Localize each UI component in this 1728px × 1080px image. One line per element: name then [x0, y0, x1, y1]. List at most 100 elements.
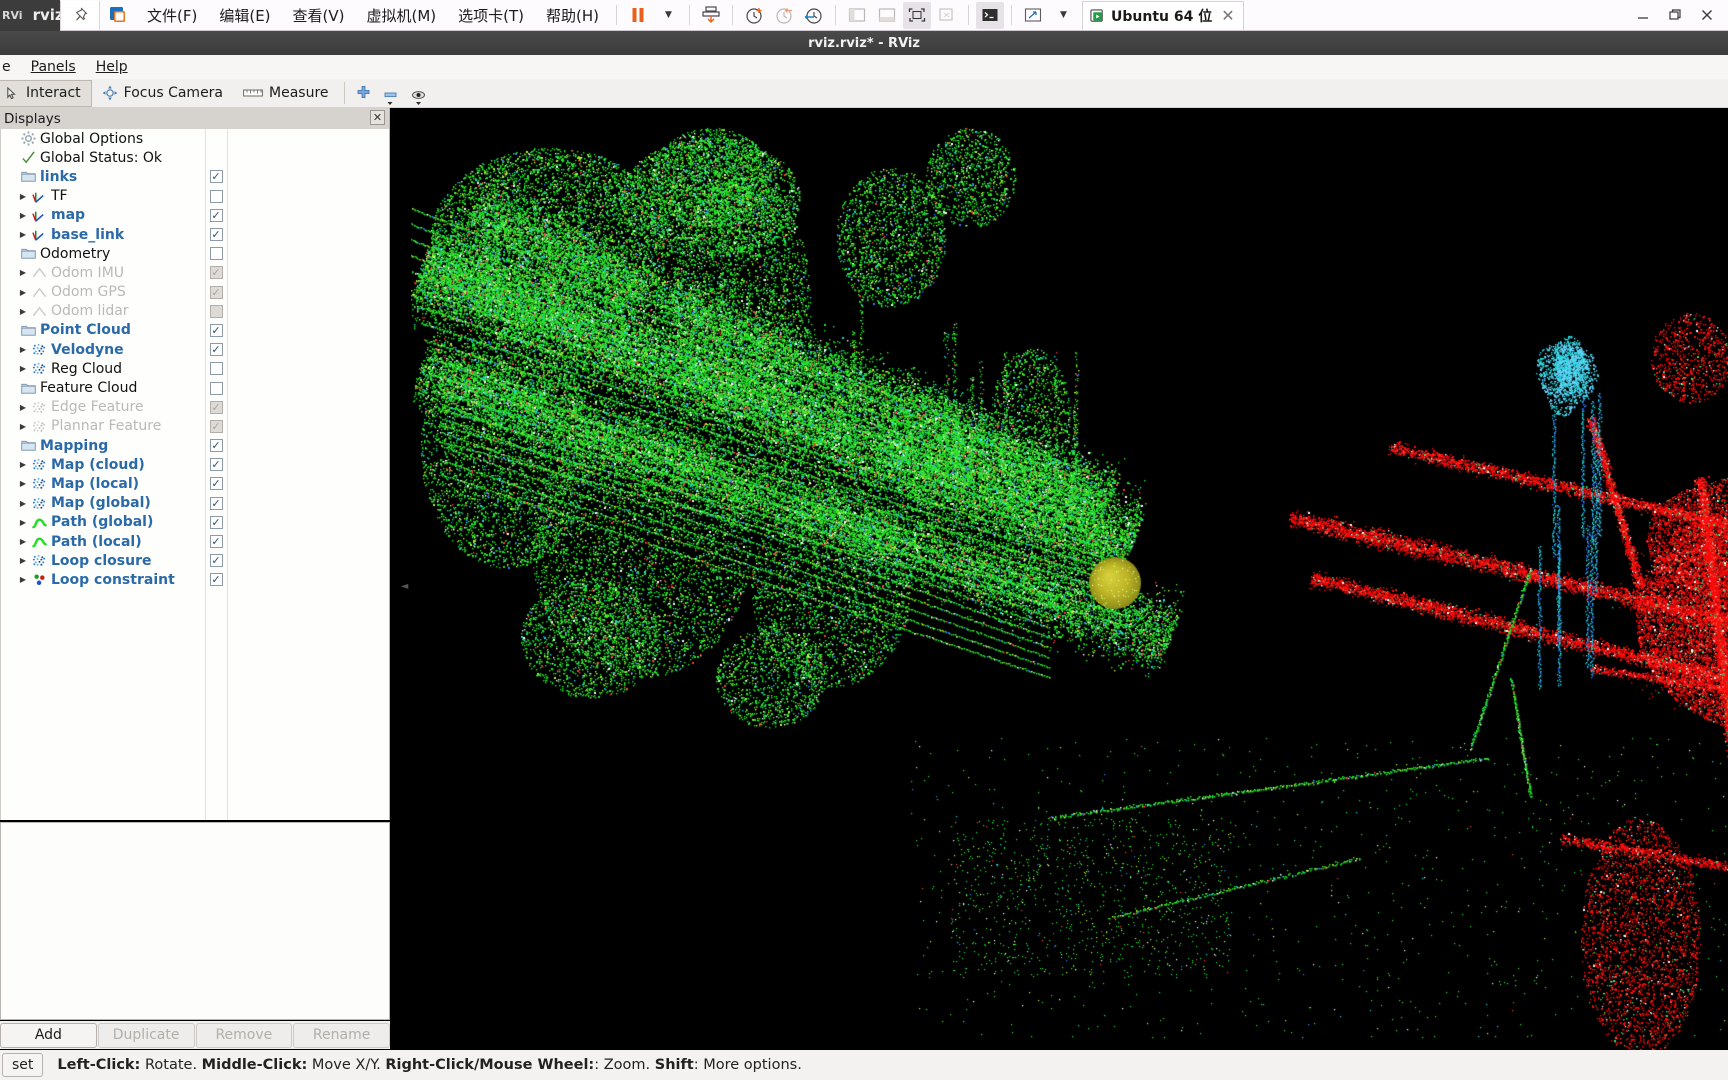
display-row-path-global[interactable]: ▶ Path (global) ✓ — [1, 513, 389, 532]
display-visibility-checkbox[interactable]: ✓ — [206, 340, 226, 359]
display-row-feature-cloud[interactable]: Feature Cloud — [1, 378, 389, 397]
expand-arrow-icon[interactable]: ▶ — [16, 575, 30, 584]
display-visibility-checkbox[interactable]: ✓ — [206, 494, 226, 513]
fullscreen-button[interactable] — [903, 1, 932, 29]
tool-interact[interactable]: Interact — [0, 79, 92, 107]
display-row-odom-gps[interactable]: ▶ Odom GPS ✓ — [1, 283, 389, 302]
pause-dropdown-button[interactable]: ▼ — [654, 2, 682, 29]
console-button[interactable] — [976, 1, 1005, 29]
expand-arrow-icon[interactable]: ▶ — [16, 307, 30, 316]
remove-tool-button[interactable] — [377, 80, 404, 107]
display-row-path-local[interactable]: ▶ Path (local) ✓ — [1, 532, 389, 551]
displays-close-button[interactable]: ✕ — [370, 110, 385, 125]
displays-tree[interactable]: Global Options Global Status: Ok links ✓ ▶ … — [0, 129, 389, 820]
menu-file[interactable]: e — [0, 55, 21, 79]
display-visibility-checkbox[interactable]: ✓ — [206, 167, 226, 186]
display-row-base-link[interactable]: ▶ base_link ✓ — [1, 225, 389, 244]
display-row-odom-lidar[interactable]: ▶ Odom lidar — [1, 302, 389, 321]
minimize-button[interactable] — [1628, 2, 1658, 28]
display-row-odom-imu[interactable]: ▶ Odom IMU ✓ — [1, 263, 389, 282]
vmware-menu-file[interactable]: 文件(F) — [136, 0, 208, 31]
expand-arrow-icon[interactable]: ▶ — [16, 518, 30, 527]
tool-focus-camera[interactable]: Focus Camera — [92, 80, 233, 107]
display-visibility-checkbox[interactable]: ✓ — [206, 225, 226, 244]
vm-tab-ubuntu[interactable]: Ubuntu 64 位 ✕ — [1082, 0, 1244, 30]
display-row-links[interactable]: links ✓ — [1, 167, 389, 186]
pause-vm-button[interactable] — [624, 2, 652, 29]
display-row-global-options[interactable]: Global Options — [1, 129, 389, 148]
display-row-edge-feature[interactable]: ▶ Edge Feature ✓ — [1, 398, 389, 417]
display-row-velodyne[interactable]: ▶ Velodyne ✓ — [1, 340, 389, 359]
snapshot-button[interactable] — [697, 2, 725, 29]
display-visibility-checkbox[interactable] — [206, 359, 226, 378]
stretch-dropdown-button[interactable]: ▼ — [1049, 2, 1077, 29]
display-row-global-status-ok[interactable]: Global Status: Ok — [1, 148, 389, 167]
display-visibility-checkbox[interactable]: ✓ — [206, 398, 226, 417]
display-visibility-checkbox[interactable]: ✓ — [206, 551, 226, 570]
display-visibility-checkbox[interactable]: ✓ — [206, 455, 226, 474]
display-row-map-local[interactable]: ▶ Map (local) ✓ — [1, 474, 389, 493]
display-row-odometry[interactable]: Odometry — [1, 244, 389, 263]
vmware-menu-vm[interactable]: 虚拟机(M) — [356, 0, 448, 31]
display-visibility-checkbox[interactable]: ✓ — [206, 436, 226, 455]
expand-arrow-icon[interactable]: ▶ — [16, 499, 30, 508]
display-row-reg-cloud[interactable]: ▶ Reg Cloud — [1, 359, 389, 378]
rename-button[interactable]: Rename — [293, 1022, 390, 1048]
display-visibility-checkbox[interactable]: ✓ — [206, 206, 226, 225]
display-visibility-checkbox[interactable] — [206, 378, 226, 397]
show-left-sidebar-button[interactable] — [843, 2, 871, 29]
expand-arrow-icon[interactable]: ▶ — [16, 364, 30, 373]
vmware-menu-tabs[interactable]: 选项卡(T) — [447, 0, 535, 31]
revert-snapshot-button[interactable] — [770, 2, 798, 29]
show-bottom-panel-button[interactable] — [873, 2, 901, 29]
display-row-map-global[interactable]: ▶ Map (global) ✓ — [1, 494, 389, 513]
vmware-menu-view[interactable]: 查看(V) — [282, 0, 356, 31]
expand-arrow-icon[interactable]: ▶ — [16, 288, 30, 297]
take-snapshot-button[interactable] — [740, 2, 768, 29]
tool-measure[interactable]: Measure — [233, 80, 339, 107]
expand-arrow-icon[interactable]: ▶ — [16, 422, 30, 431]
display-visibility-checkbox[interactable]: ✓ — [206, 417, 226, 436]
display-row-map[interactable]: ▶ map ✓ — [1, 206, 389, 225]
remove-button[interactable]: Remove — [195, 1022, 293, 1048]
close-button[interactable] — [1692, 2, 1722, 28]
vmware-menu-help[interactable]: 帮助(H) — [535, 0, 610, 31]
restore-button[interactable] — [1660, 2, 1690, 28]
add-tool-button[interactable] — [350, 80, 377, 107]
display-visibility-checkbox[interactable]: ✓ — [206, 570, 226, 589]
display-visibility-checkbox[interactable]: ✓ — [206, 513, 226, 532]
display-visibility-checkbox[interactable] — [206, 187, 226, 206]
menu-panels[interactable]: Panels — [21, 55, 86, 79]
display-row-mapping[interactable]: Mapping ✓ — [1, 436, 389, 455]
vm-tab-close-icon[interactable]: ✕ — [1221, 6, 1234, 25]
display-row-tf[interactable]: ▶ TF — [1, 187, 389, 206]
duplicate-button[interactable]: Duplicate — [97, 1022, 195, 1048]
rviz-3d-view[interactable] — [411, 118, 1728, 1050]
vmware-menu-edit[interactable]: 编辑(E) — [208, 0, 281, 31]
unity-mode-button[interactable] — [933, 2, 961, 29]
expand-arrow-icon[interactable]: ▶ — [16, 345, 30, 354]
display-visibility-checkbox[interactable]: ✓ — [206, 474, 226, 493]
snapshot-manager-button[interactable] — [800, 2, 828, 29]
display-row-loop-closure[interactable]: ▶ Loop closure ✓ — [1, 551, 389, 570]
display-visibility-checkbox[interactable] — [206, 244, 226, 263]
add-button[interactable]: Add — [0, 1022, 97, 1048]
expand-arrow-icon[interactable]: ▶ — [16, 556, 30, 565]
pin-tab-button[interactable] — [60, 0, 100, 30]
display-row-loop-constraint[interactable]: ▶ Loop constraint ✓ — [1, 570, 389, 589]
menu-help[interactable]: Help — [86, 55, 138, 79]
panel-collapse-handle[interactable]: ◄ — [400, 575, 409, 597]
display-row-point-cloud[interactable]: Point Cloud ✓ — [1, 321, 389, 340]
display-row-plannar-feature[interactable]: ▶ Plannar Feature ✓ — [1, 417, 389, 436]
expand-arrow-icon[interactable]: ▶ — [16, 403, 30, 412]
display-visibility-checkbox[interactable]: ✓ — [206, 532, 226, 551]
display-visibility-checkbox[interactable]: ✓ — [206, 283, 226, 302]
display-row-map-cloud[interactable]: ▶ Map (cloud) ✓ — [1, 455, 389, 474]
expand-arrow-icon[interactable]: ▶ — [16, 211, 30, 220]
display-visibility-checkbox[interactable]: ✓ — [206, 321, 226, 340]
reset-button[interactable]: set — [2, 1053, 44, 1077]
expand-arrow-icon[interactable]: ▶ — [16, 192, 30, 201]
expand-arrow-icon[interactable]: ▶ — [16, 230, 30, 239]
expand-arrow-icon[interactable]: ▶ — [16, 460, 30, 469]
display-visibility-checkbox[interactable]: ✓ — [206, 263, 226, 282]
